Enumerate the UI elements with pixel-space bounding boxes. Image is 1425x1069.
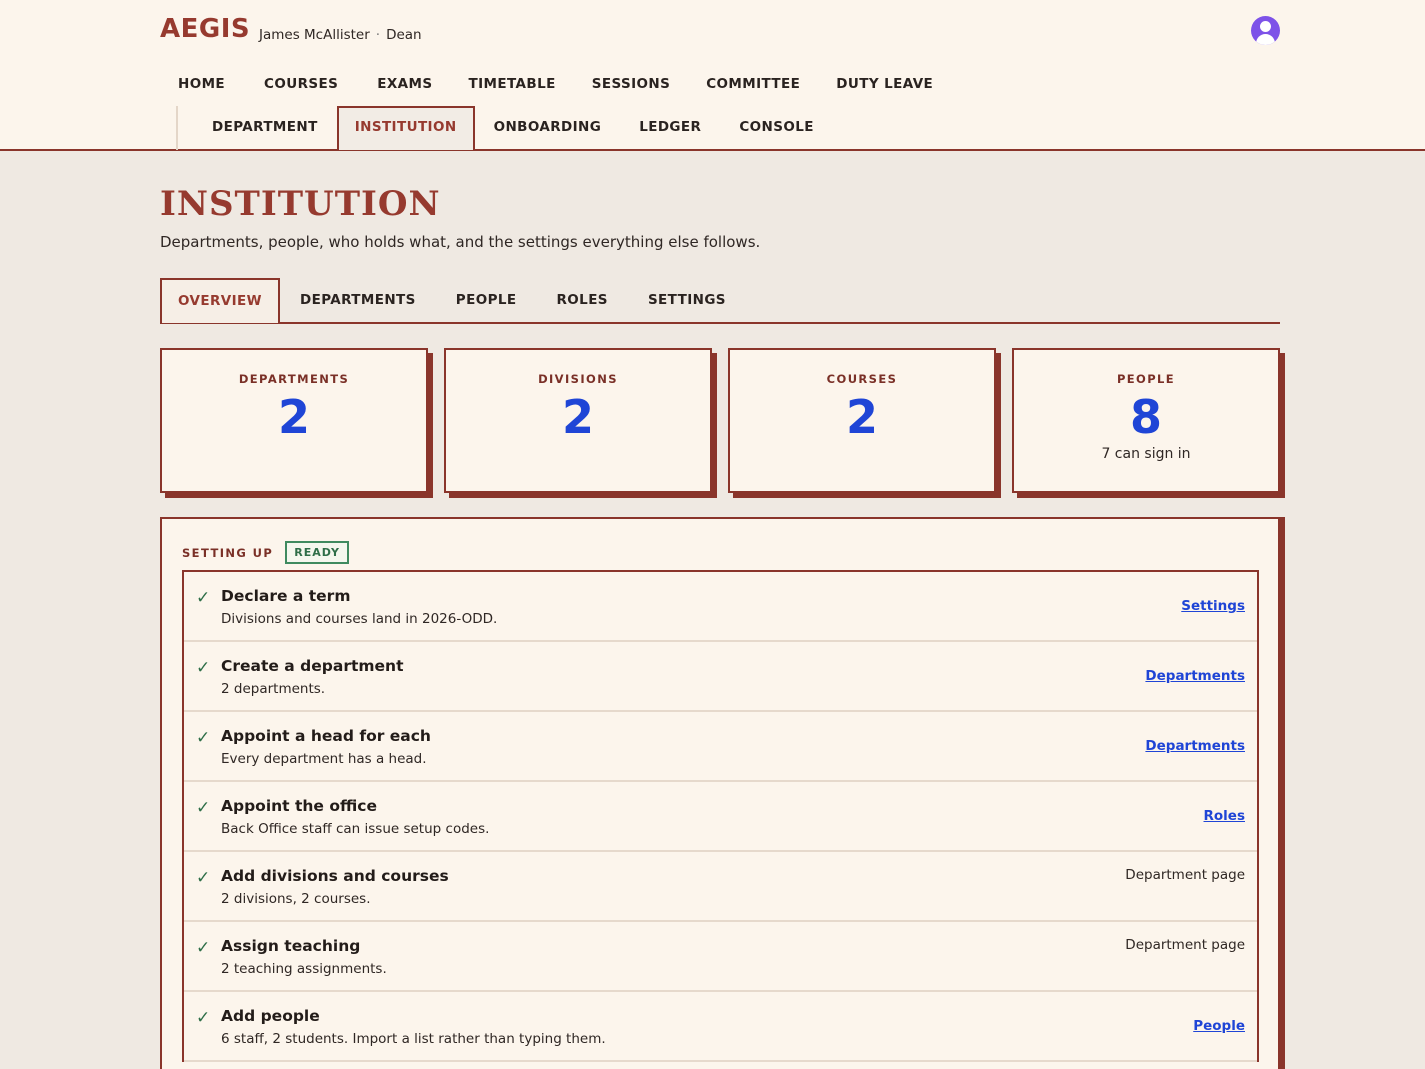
stat-note: 7 can sign in xyxy=(1101,446,1191,462)
tab-settings[interactable]: SETTINGS xyxy=(628,278,746,322)
secondary-nav: DEPARTMENT INSTITUTION ONBOARDING LEDGER… xyxy=(176,106,833,150)
user-separator: · xyxy=(375,27,381,43)
setup-card: SETTING UP READY ✓ Declare a term Divisi… xyxy=(160,517,1280,1069)
item-title: Add divisions and courses xyxy=(221,867,449,885)
people-link[interactable]: People xyxy=(1193,1018,1245,1034)
departments-link[interactable]: Departments xyxy=(1145,738,1245,754)
checklist-item: ✓ Create a department 2 departments. Dep… xyxy=(184,642,1257,712)
subnav-console[interactable]: CONSOLE xyxy=(720,106,833,150)
check-icon: ✓ xyxy=(196,798,211,818)
stat-value: 2 xyxy=(277,390,310,444)
checklist-item: ✓ Appoint the office Back Office staff c… xyxy=(184,782,1257,852)
checklist-item: ✓ Declare a term Divisions and courses l… xyxy=(184,572,1257,642)
check-icon: ✓ xyxy=(196,728,211,748)
subnav-ledger[interactable]: LEDGER xyxy=(620,106,720,150)
roles-link[interactable]: Roles xyxy=(1204,808,1246,824)
stat-label: DEPARTMENTS xyxy=(238,372,350,386)
nav-courses[interactable]: COURSES xyxy=(243,66,356,102)
stat-label: DIVISIONS xyxy=(538,372,618,386)
item-title: Declare a term xyxy=(221,587,351,605)
check-icon: ✓ xyxy=(196,938,211,958)
item-title: Appoint the office xyxy=(221,797,377,815)
stat-value: 2 xyxy=(845,390,878,444)
stat-card-courses: COURSES 2 xyxy=(728,348,996,493)
brand-logo[interactable]: AEGIS xyxy=(160,14,250,44)
nav-duty-leave[interactable]: DUTY LEAVE xyxy=(818,66,951,102)
tab-roles[interactable]: ROLES xyxy=(537,278,628,322)
primary-nav: HOME COURSES EXAMS TIMETABLE SESSIONS CO… xyxy=(160,66,951,102)
checklist-item: ✓ Add people 6 staff, 2 students. Import… xyxy=(184,992,1257,1062)
nav-home[interactable]: HOME xyxy=(160,66,243,102)
tab-people[interactable]: PEOPLE xyxy=(436,278,537,322)
stat-value: 8 xyxy=(1129,390,1162,444)
setup-header: SETTING UP READY xyxy=(182,541,350,564)
stat-card-people: PEOPLE 8 7 can sign in xyxy=(1012,348,1280,493)
departments-link[interactable]: Departments xyxy=(1145,668,1245,684)
page-subtitle: Departments, people, who holds what, and… xyxy=(160,233,761,251)
item-title: Assign teaching xyxy=(221,937,361,955)
item-title: Create a department xyxy=(221,657,404,675)
stat-value: 2 xyxy=(561,390,594,444)
setup-checklist: ✓ Declare a term Divisions and courses l… xyxy=(182,570,1259,1062)
check-icon: ✓ xyxy=(196,588,211,608)
item-description: 6 staff, 2 students. Import a list rathe… xyxy=(221,1031,606,1047)
user-info: James McAllister · Dean xyxy=(259,27,422,43)
checklist-item: ✓ Appoint a head for each Every departme… xyxy=(184,712,1257,782)
check-icon: ✓ xyxy=(196,868,211,888)
item-description: Every department has a head. xyxy=(221,751,427,767)
item-description: 2 teaching assignments. xyxy=(221,961,387,977)
settings-link[interactable]: Settings xyxy=(1181,598,1245,614)
section-tabs: OVERVIEW DEPARTMENTS PEOPLE ROLES SETTIN… xyxy=(160,278,1280,324)
stat-card-divisions: DIVISIONS 2 xyxy=(444,348,712,493)
item-description: Back Office staff can issue setup codes. xyxy=(221,821,490,837)
check-icon: ✓ xyxy=(196,658,211,678)
item-description: 2 departments. xyxy=(221,681,326,697)
stat-card-departments: DEPARTMENTS 2 xyxy=(160,348,428,493)
subnav-institution[interactable]: INSTITUTION xyxy=(336,106,475,150)
nav-exams[interactable]: EXAMS xyxy=(356,66,450,102)
item-description: 2 divisions, 2 courses. xyxy=(221,891,371,907)
item-action-text: Department page xyxy=(1125,867,1245,883)
item-title: Add people xyxy=(221,1007,320,1025)
avatar-icon[interactable] xyxy=(1251,16,1280,45)
stat-label: COURSES xyxy=(826,372,898,386)
item-title: Appoint a head for each xyxy=(221,727,431,745)
tab-overview[interactable]: OVERVIEW xyxy=(160,278,280,323)
nav-sessions[interactable]: SESSIONS xyxy=(574,66,689,102)
item-description: Divisions and courses land in 2026-ODD. xyxy=(221,611,498,627)
top-header: AEGIS James McAllister · Dean HOME COURSES… xyxy=(0,0,1425,151)
checklist-item: ✓ Add divisions and courses 2 divisions,… xyxy=(184,852,1257,922)
setup-title: SETTING UP xyxy=(182,545,274,560)
item-action-text: Department page xyxy=(1125,937,1245,953)
tab-departments[interactable]: DEPARTMENTS xyxy=(280,278,436,322)
subnav-department[interactable]: DEPARTMENT xyxy=(178,106,337,150)
nav-committee[interactable]: COMMITTEE xyxy=(688,66,818,102)
status-badge: READY xyxy=(285,541,350,564)
user-name: James McAllister xyxy=(259,27,370,43)
checklist-item: ✓ Assign teaching 2 teaching assignments… xyxy=(184,922,1257,992)
check-icon: ✓ xyxy=(196,1008,211,1028)
subnav-onboarding[interactable]: ONBOARDING xyxy=(475,106,621,150)
nav-timetable[interactable]: TIMETABLE xyxy=(451,66,574,102)
user-role: Dean xyxy=(386,27,422,43)
page-title: INSTITUTION xyxy=(160,184,441,224)
stat-label: PEOPLE xyxy=(1116,372,1176,386)
